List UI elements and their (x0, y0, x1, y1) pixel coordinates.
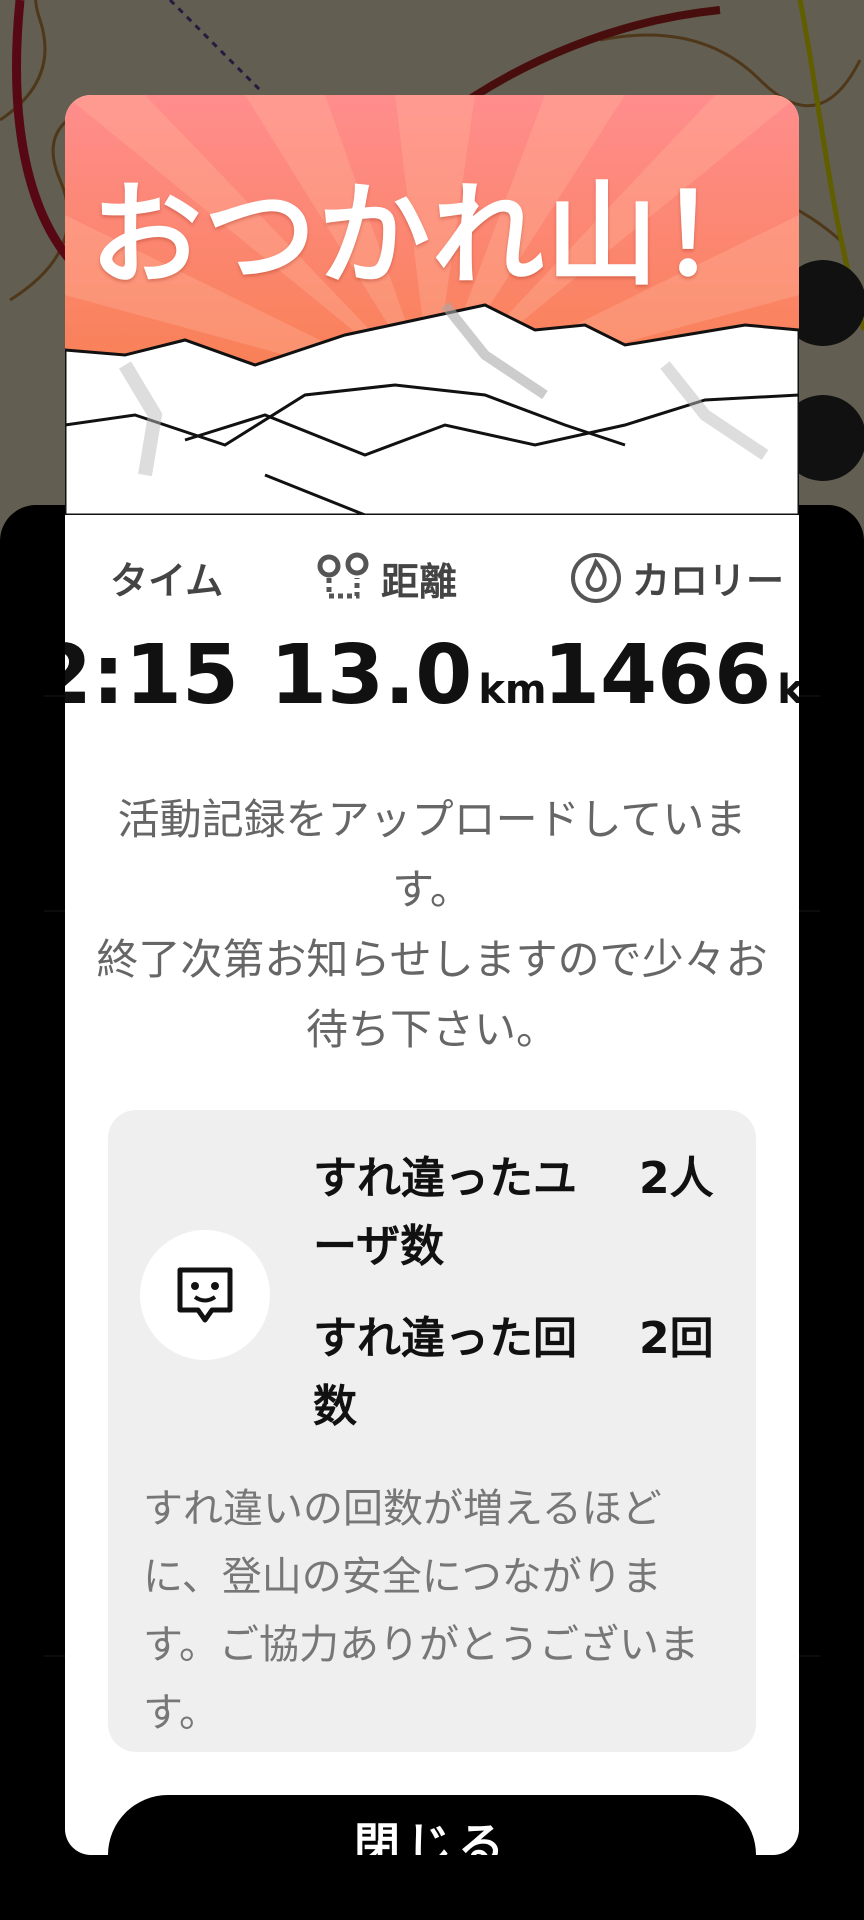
stat-time: タイム (110, 550, 223, 605)
stat-distance-label: 距離 (381, 559, 458, 604)
encounter-users-row: すれ違ったユーザ数 2人 (313, 1145, 733, 1281)
stat-distance: 距離 (315, 550, 457, 606)
flame-icon (570, 552, 622, 604)
stats-row: タイム 2:15 距離 13.0km (65, 550, 799, 730)
encounter-users-label: すれ違ったユーザ数 (313, 1153, 577, 1272)
hero-title: おつかれ山！ (90, 171, 774, 301)
close-button[interactable]: 閉じる (108, 1795, 756, 1855)
encounter-card: すれ違ったユーザ数 2人 すれ違った回数 2回 すれ違いの回数が増えるほどに、登… (108, 1110, 756, 1752)
stat-time-value: 2:15 (65, 628, 239, 723)
upload-message-line2: 終了次第お知らせしますので少々お待ち下さい。 (96, 935, 768, 1054)
stat-distance-value: 13.0 km (270, 628, 547, 723)
encounter-count-label: すれ違った回数 (313, 1313, 577, 1432)
encounter-note: すれ違いの回数が増えるほどに、登山の安全につながります。ご協力ありがとうございま… (143, 1486, 699, 1736)
stat-calories-label: カロリー (632, 559, 785, 603)
upload-message: 活動記録をアップロードしています。 終了次第お知らせしますので少々お待ち下さい。 (95, 785, 769, 1065)
chat-face-icon (140, 1230, 270, 1360)
encounter-count-row: すれ違った回数 2回 (313, 1305, 733, 1441)
upload-message-line1: 活動記録をアップロードしています。 (117, 795, 747, 914)
stat-time-label: タイム (110, 559, 224, 603)
stat-calories: カロリー (570, 550, 784, 605)
encounter-count-value: 2回 (639, 1313, 714, 1364)
stat-calories-value: 1466kcal (543, 628, 799, 723)
route-icon (315, 550, 371, 606)
encounter-users-value: 2人 (639, 1153, 714, 1204)
hero-banner: おつかれ山！ (65, 95, 799, 515)
finish-modal: おつかれ山！ タイム 2:15 距離 (65, 95, 799, 1855)
